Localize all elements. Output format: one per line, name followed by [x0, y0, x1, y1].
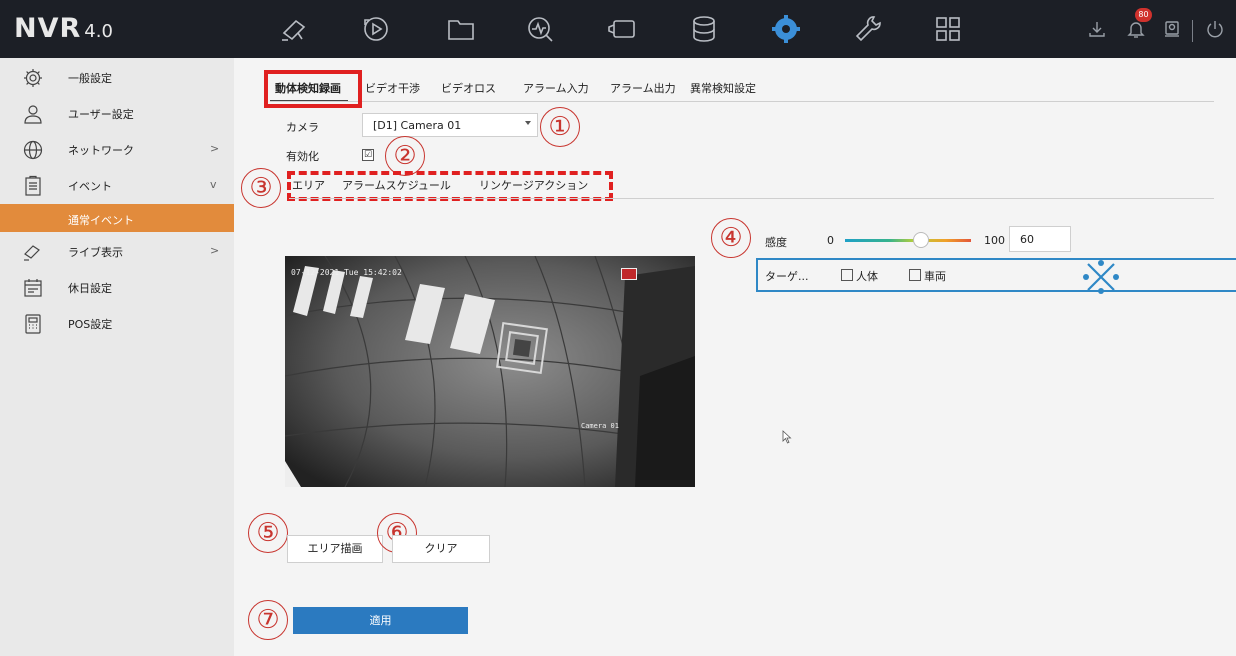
- main-content: 動体検知録画 ビデオ干渉 ビデオロス アラーム入力 アラーム出力 異常検知設定 …: [234, 58, 1236, 656]
- live-view-icon[interactable]: [276, 13, 312, 45]
- annotation-marker-2: ②: [385, 136, 425, 176]
- power-icon[interactable]: [1205, 19, 1227, 41]
- target-human-label: 人体: [856, 270, 878, 283]
- pos-terminal-icon: [22, 313, 44, 335]
- sidebar-item-label: 一般設定: [68, 72, 112, 85]
- app-logo: NVR 4.0: [14, 13, 113, 44]
- download-icon[interactable]: [1087, 19, 1109, 41]
- tab-exception[interactable]: 異常検知設定: [690, 80, 756, 96]
- target-label: ターゲ...: [765, 270, 809, 283]
- sidebar-item-event[interactable]: イベント v: [0, 168, 234, 204]
- sidebar-item-user[interactable]: ユーザー設定: [0, 96, 234, 132]
- target-human-checkbox[interactable]: 人体: [841, 268, 878, 284]
- enable-checkbox[interactable]: ☑: [362, 149, 374, 161]
- target-vehicle-checkbox[interactable]: 車両: [909, 268, 946, 284]
- subtabs-divider: [289, 198, 1214, 199]
- enable-label: 有効化: [286, 150, 319, 163]
- sidebar-item-label: ネットワーク: [68, 144, 134, 157]
- calendar-icon: [22, 277, 44, 299]
- maintenance-wrench-icon[interactable]: [850, 13, 886, 45]
- sidebar-item-label: 休日設定: [68, 282, 112, 295]
- apps-grid-icon[interactable]: [930, 13, 966, 45]
- tab-alarm-output[interactable]: アラーム出力: [610, 80, 676, 96]
- apply-button[interactable]: 適用: [293, 607, 468, 634]
- target-highlight-box: [756, 258, 1236, 292]
- tab-video-tampering[interactable]: ビデオ干渉: [365, 80, 420, 96]
- search-analysis-icon[interactable]: [522, 13, 558, 45]
- camera-icon: [22, 241, 44, 263]
- globe-icon: [22, 139, 44, 161]
- checkbox-icon: [841, 269, 853, 281]
- annotation-marker-4: ④: [711, 218, 751, 258]
- sensitivity-max: 100: [984, 234, 1005, 247]
- not-applicable-mark-icon: [1083, 260, 1119, 294]
- camera-preview[interactable]: 07-12-2021 Tue 15:42:02 Camera 01: [285, 256, 695, 487]
- settings-gear-icon[interactable]: [768, 13, 804, 45]
- chevron-right-icon: >: [210, 142, 220, 155]
- sensitivity-value: 60: [1020, 233, 1034, 246]
- video-camera-name: Camera 01: [581, 422, 619, 430]
- sidebar-item-holiday[interactable]: 休日設定: [0, 270, 234, 306]
- annotation-marker-3: ③: [241, 168, 281, 208]
- ceiling-scene: [285, 256, 695, 487]
- video-timestamp: 07-12-2021 Tue 15:42:02: [291, 268, 402, 277]
- sidebar-item-label: イベント: [68, 180, 112, 193]
- tabs-divider: [270, 101, 1214, 102]
- sensitivity-label: 感度: [765, 236, 787, 249]
- subtab-alarm-schedule[interactable]: アラームスケジュール: [342, 177, 451, 193]
- recording-indicator-icon: [621, 268, 637, 280]
- account-icon[interactable]: [1162, 19, 1184, 41]
- sensitivity-input[interactable]: 60: [1009, 226, 1071, 252]
- sidebar-item-network[interactable]: ネットワーク >: [0, 132, 234, 168]
- clipboard-icon: [22, 175, 44, 197]
- annotation-marker-5: ⑤: [248, 513, 288, 553]
- camera-select[interactable]: [D1] Camera 01: [362, 113, 538, 137]
- top-navigation-bar: NVR 4.0 80: [0, 0, 1236, 58]
- sensitivity-slider-thumb[interactable]: [912, 232, 929, 248]
- tab-video-loss[interactable]: ビデオロス: [441, 80, 496, 96]
- notification-count-badge: 80: [1135, 8, 1152, 22]
- gear-icon: [22, 67, 44, 89]
- sidebar-item-pos[interactable]: POS設定: [0, 306, 234, 342]
- user-icon: [22, 103, 44, 125]
- sidebar-subitem-label: 通常イベント: [68, 214, 134, 227]
- annotation-marker-7: ⑦: [248, 600, 288, 640]
- sensitivity-min: 0: [827, 234, 834, 247]
- sidebar-item-label: ライブ表示: [68, 246, 123, 259]
- target-vehicle-label: 車両: [924, 270, 946, 283]
- sensitivity-slider-track[interactable]: [845, 239, 971, 242]
- tab-alarm-input[interactable]: アラーム入力: [523, 80, 589, 96]
- mouse-cursor-icon: [782, 430, 792, 444]
- topbar-divider: [1192, 20, 1193, 42]
- sidebar-subitem-normal-event[interactable]: 通常イベント: [0, 204, 234, 232]
- annotation-highlight-box: [264, 70, 362, 108]
- sidebar: 一般設定 ユーザー設定 ネットワーク > イベント v 通常イベント ライブ表示…: [0, 58, 234, 656]
- file-icon[interactable]: [443, 13, 479, 45]
- notification-bell-icon[interactable]: [1126, 19, 1148, 41]
- camera-icon[interactable]: [604, 13, 640, 45]
- subtab-area[interactable]: エリア: [292, 177, 325, 193]
- chevron-right-icon: >: [210, 244, 220, 257]
- checkbox-icon: [909, 269, 921, 281]
- chevron-down-icon: v: [210, 178, 217, 191]
- storage-icon[interactable]: [686, 13, 722, 45]
- draw-area-button[interactable]: エリア描画: [287, 535, 383, 563]
- annotation-marker-1: ①: [540, 107, 580, 147]
- sidebar-item-label: ユーザー設定: [68, 108, 134, 121]
- sidebar-item-label: POS設定: [68, 318, 113, 331]
- subtab-linkage-action[interactable]: リンケージアクション: [479, 177, 588, 193]
- sidebar-item-general[interactable]: 一般設定: [0, 60, 234, 96]
- camera-select-value: [D1] Camera 01: [373, 119, 462, 132]
- camera-label: カメラ: [286, 121, 319, 134]
- chevron-down-icon: [525, 121, 531, 125]
- sidebar-item-live-view[interactable]: ライブ表示 >: [0, 234, 234, 270]
- playback-icon[interactable]: [358, 13, 394, 45]
- clear-button[interactable]: クリア: [392, 535, 490, 563]
